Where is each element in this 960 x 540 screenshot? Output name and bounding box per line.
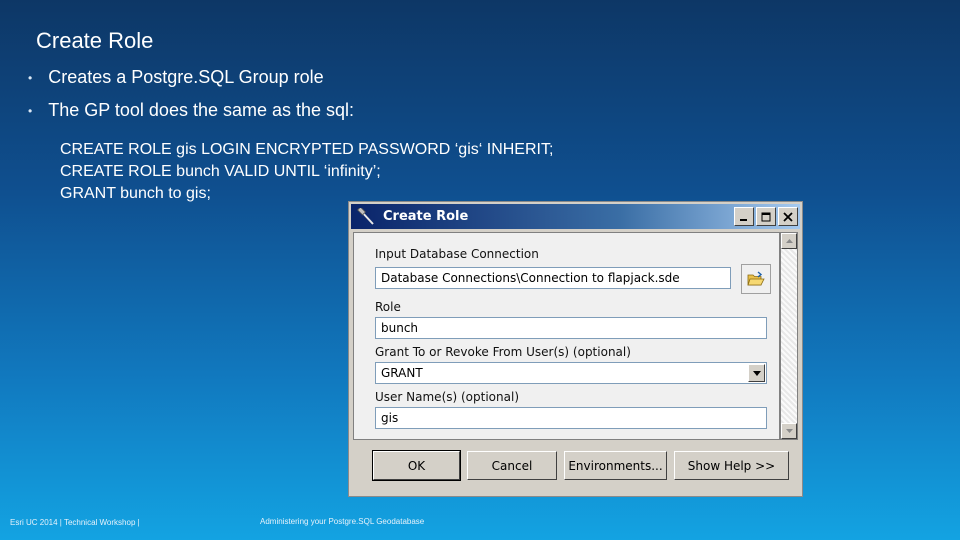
bullet-dot: • — [28, 70, 33, 85]
grant-dropdown[interactable]: GRANT — [375, 362, 767, 384]
footer-event: Esri UC 2014 | Technical Workshop | — [10, 518, 140, 527]
show-help-button[interactable]: Show Help >> — [674, 451, 789, 480]
bullet-item: • The GP tool does the same as the sql: — [28, 100, 354, 121]
bullet-item: • Creates a Postgre.SQL Group role — [28, 67, 324, 88]
minimize-button[interactable] — [734, 207, 754, 226]
browse-button[interactable] — [741, 264, 771, 294]
sql-line: CREATE ROLE gis LOGIN ENCRYPTED PASSWORD… — [60, 141, 554, 158]
maximize-icon — [761, 212, 771, 221]
footer-title: Administering your Postgre.SQL Geodataba… — [260, 517, 425, 526]
dropdown-button[interactable] — [748, 364, 765, 382]
bullet-text: Creates a Postgre.SQL Group role — [48, 67, 324, 87]
username-label: User Name(s) (optional) — [375, 390, 519, 404]
maximize-button[interactable] — [756, 207, 776, 226]
scroll-down-button[interactable] — [781, 423, 797, 439]
bullet-dot: • — [28, 103, 33, 118]
sql-line: CREATE ROLE bunch VALID UNTIL ‘infinity’… — [60, 163, 381, 180]
dialog-titlebar[interactable]: Create Role — [351, 204, 800, 229]
scroll-up-icon — [785, 239, 793, 243]
ok-button[interactable]: OK — [372, 450, 461, 481]
vertical-scrollbar[interactable] — [780, 232, 798, 440]
parameters-panel: Input Database Connection Database Conne… — [353, 232, 780, 440]
bullet-text: The GP tool does the same as the sql: — [48, 100, 355, 120]
input-db-field[interactable]: Database Connections\Connection to flapj… — [375, 267, 731, 289]
environments-button[interactable]: Environments... — [564, 451, 667, 480]
role-field[interactable]: bunch — [375, 317, 767, 339]
input-db-label: Input Database Connection — [375, 247, 539, 261]
chevron-down-icon — [752, 370, 761, 376]
close-button[interactable] — [778, 207, 798, 226]
hammer-icon — [357, 207, 374, 225]
scroll-down-icon — [785, 429, 793, 433]
dialog-title: Create Role — [383, 209, 469, 224]
open-folder-icon — [747, 271, 765, 286]
create-role-dialog: Create Role Input Database Connection Da… — [348, 201, 803, 497]
role-label: Role — [375, 300, 401, 314]
minimize-icon — [740, 218, 747, 221]
username-field[interactable]: gis — [375, 407, 767, 429]
slide-title: Create Role — [36, 28, 154, 53]
scroll-up-button[interactable] — [781, 233, 797, 249]
cancel-button[interactable]: Cancel — [467, 451, 557, 480]
grant-dropdown-value: GRANT — [381, 366, 423, 380]
grant-label: Grant To or Revoke From User(s) (optiona… — [375, 345, 631, 359]
sql-code-block: CREATE ROLE gis LOGIN ENCRYPTED PASSWORD… — [60, 139, 553, 205]
close-icon — [783, 211, 793, 222]
